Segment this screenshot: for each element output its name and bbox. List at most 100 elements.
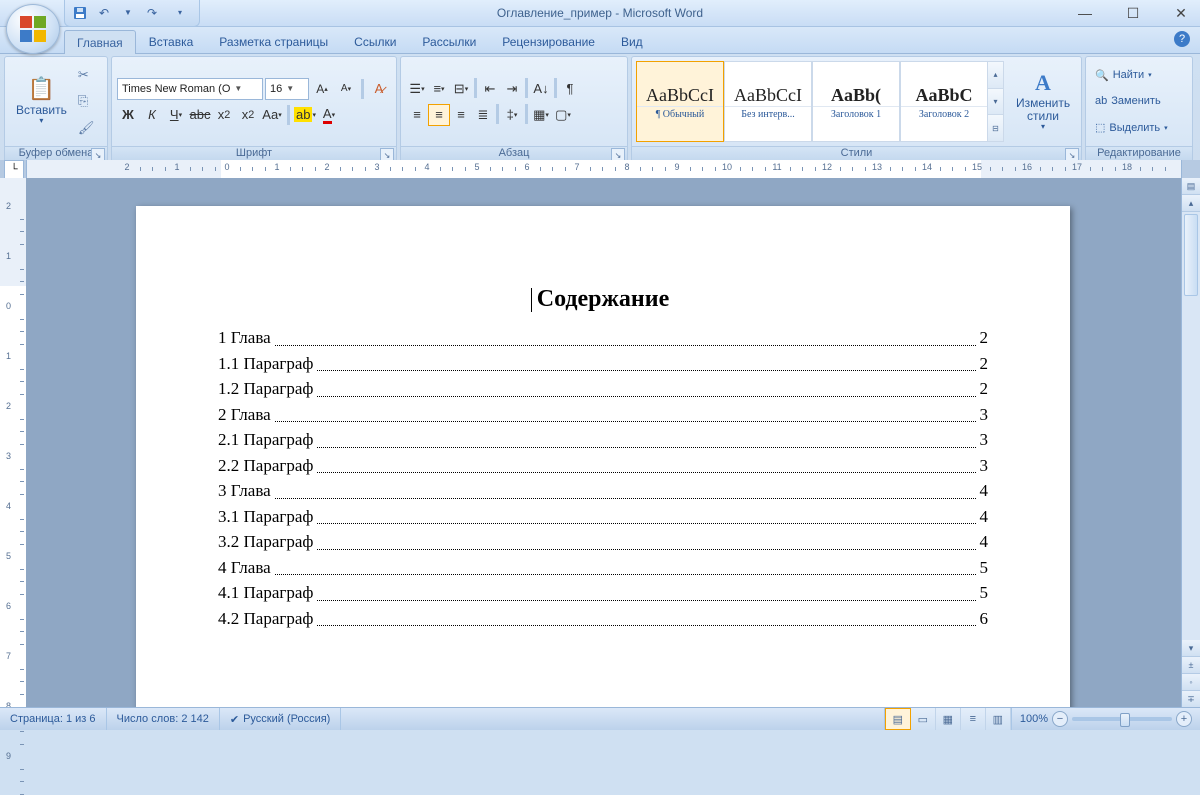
shading-button[interactable]: ▦▾ [530, 104, 552, 126]
prev-page[interactable]: ± [1182, 657, 1200, 674]
style-item[interactable]: AaBbCcI¶ Обычный [636, 61, 724, 142]
status-words[interactable]: Число слов: 2 142 [107, 708, 220, 730]
redo-button[interactable]: ↷ [143, 4, 161, 22]
tab-рассылки[interactable]: Рассылки [409, 29, 489, 53]
select-button[interactable]: ⬚Выделить ▾ [1095, 118, 1168, 138]
show-marks-button[interactable]: ¶ [559, 78, 581, 100]
outline-view[interactable]: ≡ [961, 708, 986, 730]
shrink-font-button[interactable]: A▾ [335, 78, 357, 100]
next-page[interactable]: ∓ [1182, 691, 1200, 708]
align-right-button[interactable]: ≡ [450, 104, 472, 126]
group-paragraph-label: Абзац [499, 147, 530, 159]
web-view[interactable]: ▦ [936, 708, 961, 730]
numbering-button[interactable]: ≡▾ [428, 78, 450, 100]
clear-format-button[interactable]: A̷ [368, 78, 390, 100]
font-color-button[interactable]: A▾ [318, 104, 340, 126]
tab-selector[interactable]: └ [4, 160, 24, 179]
change-styles-button[interactable]: A Изменить стили ▾ [1010, 61, 1076, 142]
close-button[interactable]: ✕ [1166, 3, 1196, 23]
zoom-value[interactable]: 100% [1020, 713, 1048, 725]
vertical-ruler[interactable]: 210123456789 [0, 178, 27, 708]
borders-button[interactable]: ▢▾ [552, 104, 574, 126]
cut-button[interactable]: ✂ [75, 65, 98, 85]
format-painter-button[interactable]: 🖌 [75, 118, 98, 138]
fullscreen-view[interactable]: ▭ [911, 708, 936, 730]
select-icon: ⬚ [1095, 121, 1105, 134]
vertical-scrollbar[interactable]: ▤ ▴ ▾ ± ◦ ∓ [1181, 178, 1200, 708]
bold-button[interactable]: Ж [117, 104, 139, 126]
ribbon-tabs: ГлавнаяВставкаРазметка страницыСсылкиРас… [0, 27, 1200, 54]
office-logo-icon [20, 16, 46, 42]
office-button[interactable] [6, 4, 60, 54]
tab-вид[interactable]: Вид [608, 29, 656, 53]
copy-button[interactable]: ⎘ [75, 91, 98, 111]
group-editing-label: Редактирование [1097, 147, 1181, 159]
draft-view[interactable]: ▥ [986, 708, 1011, 730]
tab-вставка[interactable]: Вставка [136, 29, 207, 53]
line-spacing-button[interactable]: ‡▾ [501, 104, 523, 126]
help-button[interactable]: ? [1174, 31, 1190, 47]
scroll-thumb[interactable] [1184, 214, 1198, 296]
paste-label: Вставить [16, 104, 67, 117]
replace-button[interactable]: abЗаменить [1095, 91, 1168, 111]
subscript-button[interactable]: x2 [213, 104, 235, 126]
ruler-toggle[interactable]: ▤ [1182, 178, 1200, 195]
style-item[interactable]: AaBbCЗаголовок 2 [900, 61, 988, 142]
justify-button[interactable]: ≣ [472, 104, 494, 126]
tab-разметка страницы[interactable]: Разметка страницы [206, 29, 341, 53]
paste-button[interactable]: 📋 Вставить ▾ [10, 60, 73, 143]
maximize-button[interactable]: ☐ [1118, 3, 1148, 23]
tab-рецензирование[interactable]: Рецензирование [489, 29, 608, 53]
indent-increase-button[interactable]: ⇥ [501, 78, 523, 100]
change-styles-icon: A [1035, 71, 1051, 95]
underline-button[interactable]: Ч▾ [165, 104, 187, 126]
document-viewport[interactable]: Содержание 1 Глава 21.1 Параграф 21.2 Па… [26, 178, 1182, 708]
status-language[interactable]: ✔Русский (Россия) [220, 708, 342, 730]
styles-scroll[interactable]: ▴▾⊟ [988, 61, 1004, 142]
save-button[interactable] [71, 4, 89, 22]
grow-font-button[interactable]: A▴ [311, 78, 333, 100]
change-styles-label: Изменить стили [1016, 97, 1070, 123]
minimize-button[interactable]: — [1070, 3, 1100, 23]
style-item[interactable]: AaBbCcIБез интерв... [724, 61, 812, 142]
multilevel-button[interactable]: ⊟▾ [450, 78, 472, 100]
align-left-button[interactable]: ≡ [406, 104, 428, 126]
browse-object[interactable]: ◦ [1182, 674, 1200, 691]
superscript-button[interactable]: x2 [237, 104, 259, 126]
zoom-slider[interactable] [1072, 717, 1172, 721]
undo-button[interactable]: ↶ [95, 4, 113, 22]
status-page[interactable]: Страница: 1 из 6 [0, 708, 107, 730]
replace-icon: ab [1095, 95, 1107, 107]
strike-button[interactable]: abc [189, 104, 211, 126]
tab-главная[interactable]: Главная [64, 30, 136, 54]
undo-dropdown[interactable]: ▼ [119, 4, 137, 22]
print-layout-view[interactable]: ▤ [885, 708, 911, 730]
group-font-label: Шрифт [236, 147, 272, 159]
tab-ссылки[interactable]: Ссылки [341, 29, 409, 53]
horizontal-ruler[interactable]: 210123456789101112131415161718 [26, 160, 1182, 179]
group-clipboard-label: Буфер обмена [19, 147, 94, 159]
scroll-down[interactable]: ▾ [1182, 640, 1200, 657]
align-center-button[interactable]: ≡ [428, 104, 450, 126]
style-item[interactable]: AaBb(Заголовок 1 [812, 61, 900, 142]
bullets-button[interactable]: ☰▾ [406, 78, 428, 100]
find-button[interactable]: 🔍Найти ▾ [1095, 65, 1168, 85]
qat-customize[interactable]: ▾ [171, 4, 189, 22]
zoom-control: 100% − + [1012, 711, 1200, 727]
paste-icon: 📋 [28, 77, 55, 101]
zoom-in-button[interactable]: + [1176, 711, 1192, 727]
sort-button[interactable]: A↓ [530, 78, 552, 100]
change-case-button[interactable]: Aa▾ [261, 104, 283, 126]
italic-button[interactable]: К [141, 104, 163, 126]
title-bar: ↶ ▼ ↷ ▾ Оглавление_пример - Microsoft Wo… [0, 0, 1200, 27]
find-icon: 🔍 [1095, 69, 1109, 82]
group-paragraph: ☰▾ ≡▾ ⊟▾ ⇤ ⇥ A↓ ¶ ≡ ≡ ≡ ≣ ‡▾ ▦▾ ▢▾ [400, 56, 628, 164]
indent-decrease-button[interactable]: ⇤ [479, 78, 501, 100]
spellcheck-icon: ✔ [230, 713, 239, 726]
font-name-combo[interactable]: Times New Roman (О▼ [117, 78, 263, 100]
font-size-combo[interactable]: 16▼ [265, 78, 309, 100]
page: Содержание 1 Глава 21.1 Параграф 21.2 Па… [136, 206, 1070, 708]
scroll-up[interactable]: ▴ [1182, 195, 1200, 212]
zoom-out-button[interactable]: − [1052, 711, 1068, 727]
highlight-button[interactable]: ab▾ [294, 104, 316, 126]
